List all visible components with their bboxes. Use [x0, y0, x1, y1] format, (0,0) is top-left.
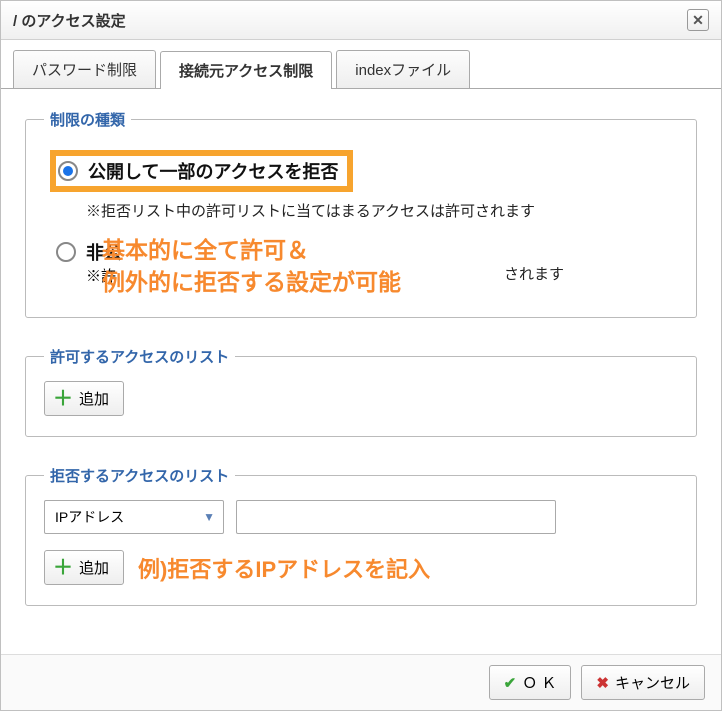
access-settings-dialog: / のアクセス設定 ✕ パスワード制限 接続元アクセス制限 indexファイル … [0, 0, 722, 711]
deny-annotation-text: 例)拒否するIPアドレスを記入 [138, 552, 430, 584]
tab-bar: パスワード制限 接続元アクセス制限 indexファイル [1, 40, 721, 89]
x-icon: ✖ [596, 674, 609, 692]
deny-add-label: 追加 [79, 557, 109, 578]
dialog-title: / のアクセス設定 [13, 10, 126, 31]
annotation-line-1: 基本的に全て許可＆ [102, 231, 309, 265]
annotation-line-2: 例外的に拒否する設定が可能 [102, 263, 401, 297]
radio-deny-allow-some[interactable] [56, 242, 76, 262]
radio-option-2-block: 非公 ※許 基本的に全て許可＆ 例外的に拒否する設定が可能 されます [44, 233, 678, 297]
annotation-highlight-box: 公開して一部のアクセスを拒否 [50, 150, 353, 192]
plus-icon: ＋ [53, 389, 73, 409]
tab-access-restriction[interactable]: 接続元アクセス制限 [160, 51, 332, 89]
allow-add-button[interactable]: ＋ 追加 [44, 381, 124, 416]
deny-add-row: ＋ 追加 例)拒否するIPアドレスを記入 [44, 550, 678, 585]
dialog-footer: ✔ Ｏ Ｋ ✖ キャンセル [1, 654, 721, 710]
deny-type-selected: IPアドレス [55, 507, 124, 527]
check-icon: ✔ [504, 674, 517, 692]
close-icon: ✕ [692, 12, 704, 29]
deny-value-input[interactable] [236, 500, 556, 534]
radio-option-1-row: 公開して一部のアクセスを拒否 [50, 150, 678, 192]
radio-option-1-label: 公開して一部のアクセスを拒否 [88, 158, 339, 184]
radio-allow-deny-some[interactable] [58, 161, 78, 181]
cancel-label: キャンセル [615, 672, 690, 693]
tab-password[interactable]: パスワード制限 [13, 50, 156, 88]
deny-legend: 拒否するアクセスのリスト [44, 465, 235, 486]
allow-legend: 許可するアクセスのリスト [44, 346, 235, 367]
close-button[interactable]: ✕ [687, 9, 709, 31]
deny-input-row: IPアドレス ▼ [44, 500, 678, 534]
deny-type-dropdown[interactable]: IPアドレス ▼ [44, 500, 224, 534]
ok-label: Ｏ Ｋ [522, 672, 556, 693]
radio-option-1-note: ※拒否リスト中の許可リストに当てはまるアクセスは許可されます [86, 200, 678, 221]
chevron-down-icon: ▼ [203, 510, 215, 524]
cancel-button[interactable]: ✖ キャンセル [581, 665, 705, 700]
dialog-header: / のアクセス設定 ✕ [1, 1, 721, 40]
allow-list-fieldset: 許可するアクセスのリスト ＋ 追加 [25, 346, 697, 437]
plus-icon: ＋ [53, 558, 73, 578]
deny-add-button[interactable]: ＋ 追加 [44, 550, 124, 585]
tab-content: 制限の種類 公開して一部のアクセスを拒否 ※拒否リスト中の許可リストに当てはまる… [1, 89, 721, 654]
deny-list-fieldset: 拒否するアクセスのリスト IPアドレス ▼ ＋ 追加 例)拒否するIPアドレスを… [25, 465, 697, 606]
restriction-type-fieldset: 制限の種類 公開して一部のアクセスを拒否 ※拒否リスト中の許可リストに当てはまる… [25, 109, 697, 318]
radio-option-2-note-suffix: されます [504, 263, 564, 284]
tab-index-file[interactable]: indexファイル [336, 50, 470, 88]
allow-add-label: 追加 [79, 388, 109, 409]
ok-button[interactable]: ✔ Ｏ Ｋ [489, 665, 572, 700]
restriction-legend: 制限の種類 [44, 109, 131, 130]
